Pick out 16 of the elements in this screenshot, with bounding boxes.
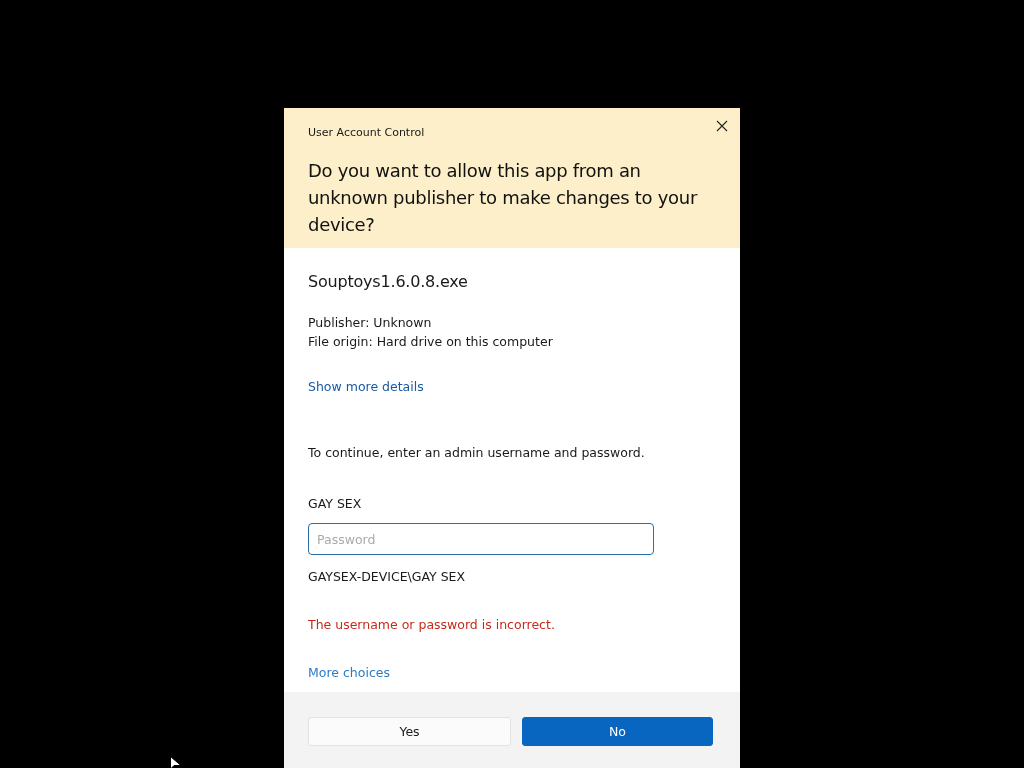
prompt-text: To continue, enter an admin username and password. [308, 445, 646, 460]
no-button[interactable]: No [522, 717, 713, 746]
password-field[interactable]: Password [308, 523, 654, 555]
question-heading: Do you want to allow this app from an unknown publisher to make changes to your device? [308, 159, 699, 237]
error-message: The username or password is incorrect. [308, 617, 556, 632]
username-text: GAY SEX [308, 496, 363, 511]
close-icon [716, 120, 728, 132]
more-choices-link[interactable]: More choices [308, 665, 390, 680]
app-name: Souptoys1.6.0.8.exe [308, 272, 469, 291]
publisher-text: Publisher: Unknown [308, 314, 433, 332]
file-origin-text: File origin: Hard drive on this computer [308, 333, 554, 351]
show-details-link[interactable]: Show more details [308, 379, 424, 394]
close-button[interactable] [716, 120, 728, 132]
window-title: User Account Control [308, 126, 426, 139]
yes-button[interactable]: Yes [308, 717, 511, 746]
account-text: GAYSEX-DEVICE\GAY SEX [308, 569, 467, 584]
